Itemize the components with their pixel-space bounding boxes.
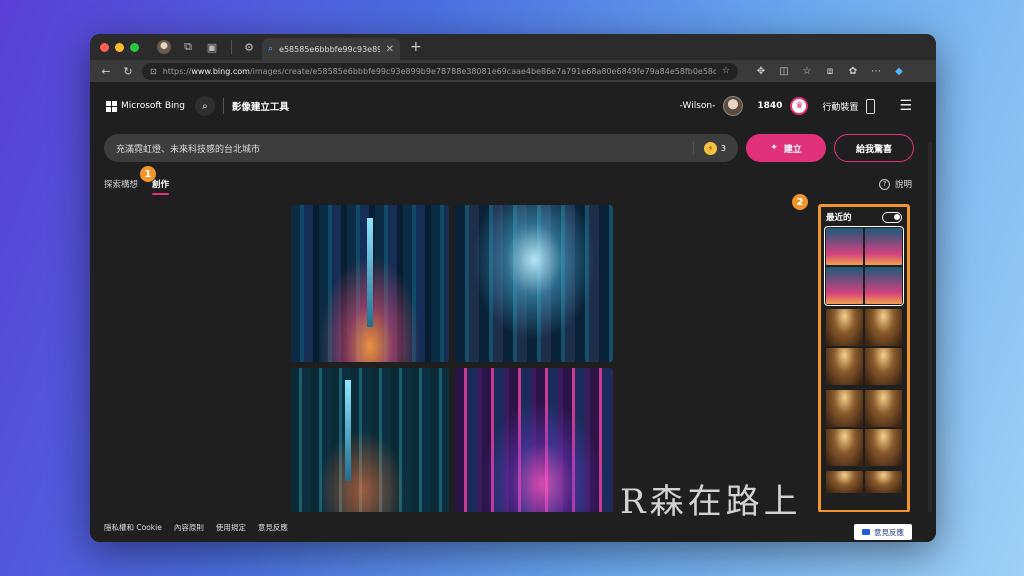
favorite-star-icon[interactable]: ☆	[722, 66, 730, 76]
split-screen-icon[interactable]: ◫	[777, 66, 791, 77]
url-text: https://www.bing.com/images/create/e5858…	[163, 67, 716, 76]
tab-title: e58585e6bbbfe99c93e899b6	[279, 44, 380, 54]
user-name[interactable]: -Wilson-	[680, 101, 716, 111]
footer-link-privacy[interactable]: 隱私權和 Cookie	[104, 522, 162, 533]
rewards-trophy-icon[interactable]: ♛	[790, 97, 809, 115]
recent-creations-panel: 最近的	[818, 204, 910, 513]
generated-image-2[interactable]	[455, 205, 613, 362]
recent-thumbnail-2[interactable]	[826, 309, 902, 385]
generated-image-4[interactable]	[455, 368, 613, 513]
help-link[interactable]: ? 說明	[878, 178, 912, 190]
recent-thumbnail-3[interactable]	[826, 390, 902, 466]
recent-title: 最近的	[826, 213, 852, 223]
boosts-counter[interactable]: ⚡ 3	[692, 141, 726, 155]
generated-images-grid	[291, 205, 613, 513]
sub-navigation: 探索構想 創作	[104, 178, 170, 195]
recent-toggle[interactable]	[882, 211, 902, 223]
extension-icon[interactable]: ✿	[846, 66, 860, 77]
settings-icon[interactable]: ⚙	[238, 38, 260, 56]
phone-icon[interactable]	[866, 98, 876, 114]
maximize-window-button[interactable]	[130, 42, 139, 52]
page-footer: 隱私權和 Cookie 內容原則 使用規定 意見反應 意見反應	[90, 512, 936, 542]
create-button[interactable]: ✦ 建立	[746, 134, 826, 162]
tab-strip: ⧉ ▣ ⚙ ⌕ e58585e6bbbfe99c93e899b6 ✕ +	[90, 34, 936, 60]
prompt-row: 充滿霓虹燈、未來科技感的台北城市 ⚡ 3 ✦ 建立 給我驚喜	[104, 134, 914, 162]
window-controls	[100, 42, 139, 52]
site-info-icon[interactable]: ⊡	[150, 67, 157, 76]
close-window-button[interactable]	[100, 42, 109, 52]
recent-thumbnails	[824, 226, 904, 493]
bing-image-creator-page: Microsoft Bing ⌕ 影像建立工具 -Wilson- 1840 ♛ …	[90, 82, 936, 542]
microsoft-logo-icon	[106, 100, 117, 112]
close-tab-icon[interactable]: ✕	[386, 44, 394, 55]
surprise-me-button[interactable]: 給我驚喜	[834, 134, 914, 162]
back-icon[interactable]: ←	[98, 63, 114, 79]
prompt-input[interactable]: 充滿霓虹燈、未來科技感的台北城市 ⚡ 3	[104, 134, 738, 162]
mobile-link[interactable]: 行動裝置	[822, 100, 858, 113]
browser-toolbar: ✥ ◫ ☆ ⧈ ✿ ⋯ ◆	[754, 66, 906, 77]
recent-thumbnail-4[interactable]	[826, 471, 902, 493]
recent-header: 最近的	[826, 211, 902, 223]
prompt-text: 充滿霓虹燈、未來科技感的台北城市	[116, 144, 261, 155]
image-tower-shape	[367, 217, 373, 328]
collections-icon[interactable]: ⧈	[823, 66, 837, 77]
help-label: 說明	[894, 180, 912, 190]
create-sparkle-icon: ✦	[770, 143, 778, 153]
navigation-bar: ← ↻ ⊡ https://www.bing.com/images/create…	[90, 60, 936, 82]
boosts-count: 3	[720, 143, 726, 153]
annotation-badge-1: 1	[140, 166, 156, 182]
product-title[interactable]: 影像建立工具	[232, 99, 289, 113]
generated-image-3[interactable]	[291, 368, 449, 513]
recent-thumbnail-1[interactable]	[824, 226, 904, 306]
more-icon[interactable]: ⋯	[869, 66, 883, 77]
workspaces-icon[interactable]: ⧉	[177, 38, 199, 56]
footer-link-feedback[interactable]: 意見反應	[258, 522, 288, 533]
active-tab[interactable]: ⌕ e58585e6bbbfe99c93e899b6 ✕	[262, 38, 400, 60]
feedback-label: 意見反應	[874, 527, 904, 537]
favorites-icon[interactable]: ☆	[800, 66, 814, 77]
browser-window: ⧉ ▣ ⚙ ⌕ e58585e6bbbfe99c93e899b6 ✕ + ← ↻…	[90, 34, 936, 542]
refresh-icon[interactable]: ↻	[120, 63, 136, 79]
header-separator	[222, 98, 224, 114]
rewards-points[interactable]: 1840	[757, 101, 782, 111]
tab-explore[interactable]: 探索構想	[104, 178, 138, 190]
search-icon[interactable]: ⌕	[194, 96, 215, 116]
footer-link-terms[interactable]: 使用規定	[216, 522, 246, 533]
brand-name[interactable]: Microsoft Bing	[121, 101, 185, 111]
help-icon: ?	[878, 178, 890, 190]
extensions-icon[interactable]: ✥	[754, 66, 768, 77]
profile-button[interactable]	[153, 38, 175, 56]
boost-bolt-icon: ⚡	[703, 141, 717, 155]
user-avatar[interactable]	[723, 96, 744, 116]
bing-search-icon: ⌕	[268, 44, 274, 54]
watermark-text: R森在路上	[620, 482, 802, 522]
header-right: -Wilson- 1840 ♛ 行動裝置 ☰	[680, 82, 912, 130]
create-label: 建立	[783, 144, 802, 155]
feedback-message-icon	[862, 529, 870, 535]
profile-avatar	[157, 40, 171, 54]
address-bar[interactable]: ⊡ https://www.bing.com/images/create/e58…	[142, 62, 738, 80]
feedback-button[interactable]: 意見反應	[854, 524, 912, 540]
new-tab-icon[interactable]: +	[410, 39, 422, 55]
url-prefix: https://	[162, 66, 192, 76]
page-header: Microsoft Bing ⌕ 影像建立工具 -Wilson- 1840 ♛ …	[90, 82, 936, 130]
image-tower-shape	[344, 379, 351, 482]
copilot-icon[interactable]: ◆	[892, 66, 906, 77]
menu-icon[interactable]: ☰	[899, 98, 912, 114]
tab-create[interactable]: 創作	[152, 178, 170, 195]
annotation-badge-2: 2	[792, 194, 808, 210]
footer-link-content-policy[interactable]: 內容原則	[174, 522, 204, 533]
url-host: www.bing.com	[191, 66, 250, 76]
minimize-window-button[interactable]	[115, 42, 124, 52]
url-path: /images/create/e58585e6bbbfe99c93e899b9e…	[249, 66, 716, 76]
generated-image-1[interactable]	[291, 205, 449, 362]
tab-separator	[231, 40, 232, 54]
tab-actions-icon[interactable]: ▣	[201, 38, 223, 56]
page-scrollbar[interactable]	[928, 142, 932, 542]
